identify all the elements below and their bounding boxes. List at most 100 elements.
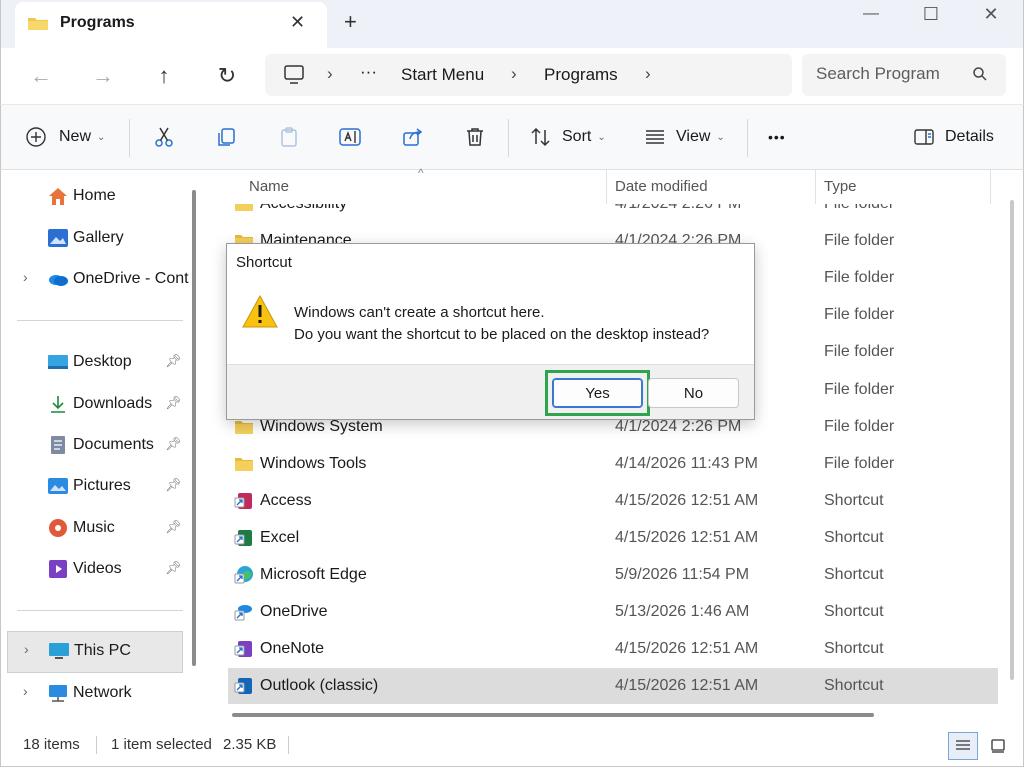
search-input[interactable] bbox=[816, 64, 966, 84]
desktop-icon bbox=[47, 352, 69, 372]
pin-icon[interactable]: 📌︎ bbox=[165, 436, 182, 452]
file-row[interactable]: Accessibility 4/1/2024 2:26 PM File folder bbox=[228, 204, 998, 223]
item-count: 18 items bbox=[23, 736, 80, 753]
sidebar-item-gallery[interactable]: Gallery bbox=[7, 219, 183, 257]
sidebar-item-label: This PC bbox=[74, 642, 131, 659]
up-button[interactable]: ↑ bbox=[150, 62, 178, 90]
search-icon bbox=[973, 67, 987, 81]
file-date: 5/9/2026 11:54 PM bbox=[615, 566, 750, 583]
tiles-view-button[interactable] bbox=[983, 732, 1013, 760]
sidebar-item-network[interactable]: › Network bbox=[7, 674, 183, 712]
cut-button[interactable] bbox=[152, 122, 176, 152]
close-window-button[interactable]: ✕ bbox=[961, 0, 1021, 28]
minimize-button[interactable]: — bbox=[841, 0, 901, 28]
address-bar[interactable]: › ··· Start Menu › Programs › bbox=[265, 54, 792, 96]
sidebar-item-this-pc[interactable]: › This PC bbox=[7, 631, 183, 673]
file-row[interactable]: Excel 4/15/2026 12:51 AM Shortcut bbox=[228, 520, 998, 557]
search-box[interactable] bbox=[802, 54, 1006, 96]
more-options-button[interactable]: ••• bbox=[768, 122, 786, 152]
excel-shortcut-icon bbox=[234, 529, 254, 547]
file-row[interactable]: Windows Tools 4/14/2026 11:43 PM File fold… bbox=[228, 446, 998, 483]
sort-button[interactable]: Sort ⌄ bbox=[530, 122, 606, 152]
pin-icon[interactable]: 📌︎ bbox=[165, 560, 182, 576]
file-row[interactable]: Microsoft Edge 5/9/2026 11:54 PM Shortcut bbox=[228, 557, 998, 594]
maximize-button[interactable]: ☐ bbox=[901, 0, 961, 28]
file-type: File folder bbox=[824, 204, 894, 213]
file-row[interactable]: OneNote 4/15/2026 12:51 AM Shortcut bbox=[228, 631, 998, 668]
sidebar-item-downloads[interactable]: Downloads 📌︎ bbox=[7, 385, 183, 423]
onedrive-icon bbox=[47, 269, 69, 289]
selection-count: 1 item selected bbox=[111, 736, 212, 753]
file-row[interactable]: Access 4/15/2026 12:51 AM Shortcut bbox=[228, 483, 998, 520]
back-button[interactable]: ← bbox=[27, 62, 55, 90]
sidebar-item-videos[interactable]: Videos 📌︎ bbox=[7, 550, 183, 588]
paste-button[interactable] bbox=[277, 122, 301, 152]
file-name: Access bbox=[260, 492, 312, 509]
yes-button[interactable]: Yes bbox=[552, 378, 643, 408]
new-button[interactable]: New ⌄ bbox=[25, 122, 105, 152]
vertical-scrollbar[interactable] bbox=[1010, 200, 1014, 680]
share-button[interactable] bbox=[401, 122, 425, 152]
column-header-type[interactable]: Type bbox=[824, 178, 857, 195]
file-name: OneDrive bbox=[260, 603, 328, 620]
sidebar-item-music[interactable]: Music 📌︎ bbox=[7, 509, 183, 547]
details-view-button[interactable] bbox=[948, 732, 978, 760]
forward-button[interactable]: → bbox=[89, 62, 117, 90]
chevron-right-icon[interactable]: › bbox=[23, 269, 28, 285]
folder-icon bbox=[234, 204, 254, 213]
column-divider[interactable] bbox=[990, 170, 991, 204]
sidebar-item-pictures[interactable]: Pictures 📌︎ bbox=[7, 467, 183, 505]
column-header-date[interactable]: Date modified bbox=[615, 178, 708, 195]
file-row[interactable]: Outlook (classic) 4/15/2026 12:51 AM Short… bbox=[228, 668, 998, 704]
sidebar-item-label: Network bbox=[73, 684, 132, 701]
sidebar-item-home[interactable]: Home bbox=[7, 177, 183, 215]
breadcrumb-separator: › bbox=[327, 64, 333, 83]
column-divider[interactable] bbox=[815, 170, 816, 204]
breadcrumb-separator[interactable]: › bbox=[645, 64, 651, 84]
chevron-down-icon: ⌄ bbox=[716, 131, 725, 143]
pin-icon[interactable]: 📌︎ bbox=[165, 353, 182, 369]
copy-button[interactable] bbox=[214, 122, 238, 152]
view-button[interactable]: View ⌄ bbox=[644, 122, 725, 152]
sidebar-item-documents[interactable]: Documents 📌︎ bbox=[7, 426, 183, 464]
sidebar-scrollbar[interactable] bbox=[192, 190, 196, 666]
command-bar: New ⌄ Sort ⌄ View ⌄ ••• Details bbox=[0, 104, 1024, 170]
sort-icon bbox=[531, 127, 550, 147]
delete-button[interactable] bbox=[463, 122, 487, 152]
horizontal-scrollbar[interactable] bbox=[232, 713, 874, 717]
pin-icon[interactable]: 📌︎ bbox=[165, 395, 182, 411]
downloads-icon bbox=[47, 394, 69, 414]
breadcrumb-overflow[interactable]: ··· bbox=[360, 62, 377, 82]
toolbar-divider bbox=[129, 119, 130, 157]
sidebar-item-onedrive-cont[interactable]: › OneDrive - Cont bbox=[7, 260, 189, 298]
close-tab-icon[interactable]: ✕ bbox=[290, 12, 305, 33]
cut-icon bbox=[155, 127, 173, 147]
file-row[interactable]: OneDrive 5/13/2026 1:46 AM Shortcut bbox=[228, 594, 998, 631]
pin-icon[interactable]: 📌︎ bbox=[165, 477, 182, 493]
breadcrumb-programs[interactable]: Programs bbox=[544, 65, 618, 85]
sidebar-item-label: Downloads bbox=[73, 395, 153, 412]
tab-programs[interactable]: Programs ✕ bbox=[15, 2, 327, 48]
file-type: File folder bbox=[824, 232, 895, 249]
file-type: Shortcut bbox=[824, 492, 884, 509]
toolbar-divider bbox=[508, 119, 509, 157]
column-divider[interactable] bbox=[606, 170, 607, 204]
chevron-right-icon[interactable]: › bbox=[23, 683, 28, 699]
sidebar-divider bbox=[17, 610, 183, 611]
rename-button[interactable] bbox=[338, 122, 364, 152]
selection-size: 2.35 KB bbox=[223, 736, 277, 753]
details-pane-button[interactable]: Details bbox=[913, 122, 994, 152]
chevron-right-icon[interactable]: › bbox=[24, 641, 29, 657]
delete-icon bbox=[467, 128, 483, 146]
file-name: Accessibility bbox=[260, 204, 347, 213]
dialog-title: Shortcut bbox=[236, 254, 292, 271]
sidebar-item-desktop[interactable]: Desktop 📌︎ bbox=[7, 343, 183, 381]
breadcrumb-start-menu[interactable]: Start Menu bbox=[401, 65, 484, 85]
file-name: OneNote bbox=[260, 640, 325, 657]
no-button[interactable]: No bbox=[648, 378, 739, 408]
paste-icon bbox=[281, 127, 297, 147]
pin-icon[interactable]: 📌︎ bbox=[165, 519, 182, 535]
refresh-button[interactable]: ↻ bbox=[213, 62, 241, 90]
new-tab-button[interactable]: + bbox=[344, 9, 357, 35]
column-header-name[interactable]: Name bbox=[249, 178, 289, 195]
